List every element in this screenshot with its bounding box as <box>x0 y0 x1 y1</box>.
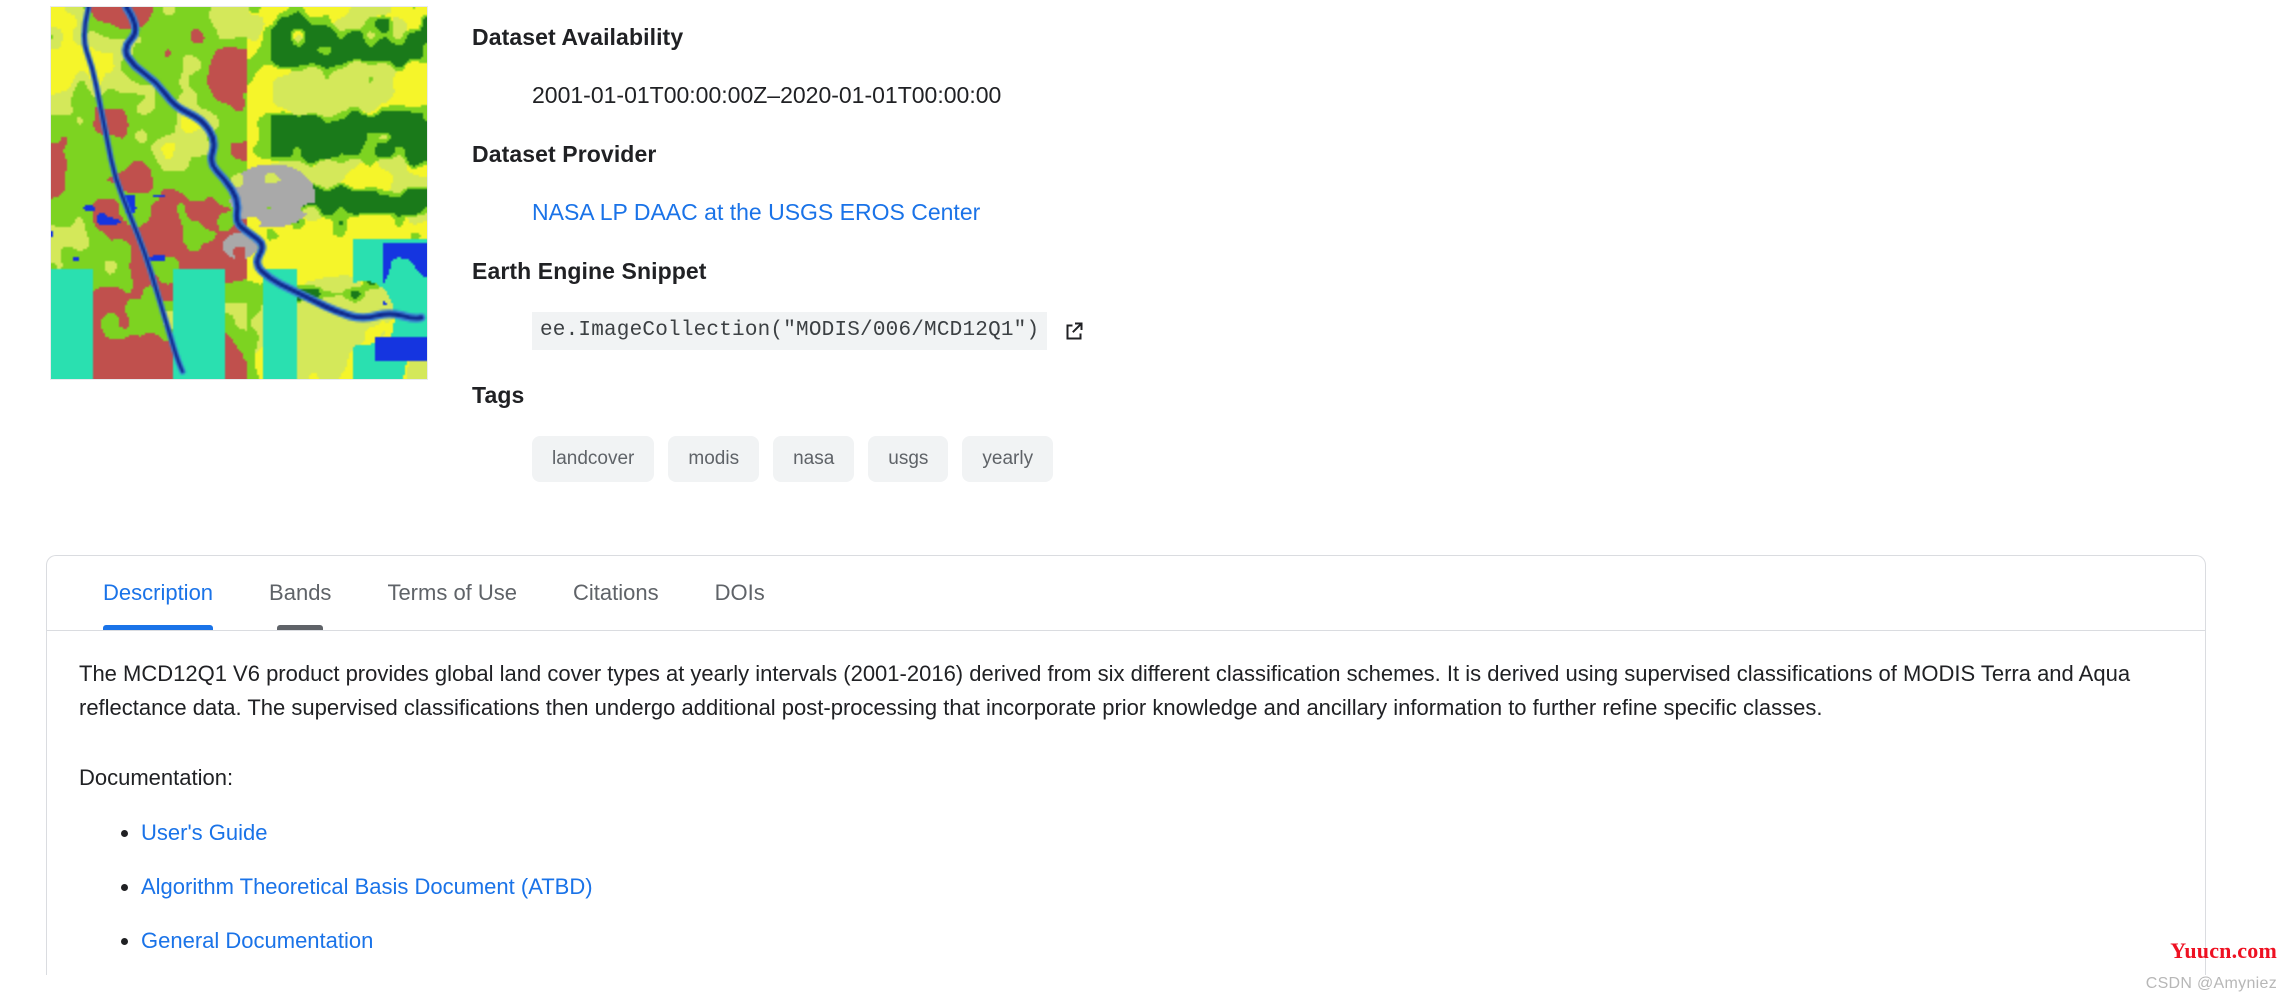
description-tab-panel: The MCD12Q1 V6 product provides global l… <box>47 631 2205 955</box>
tag-chip[interactable]: landcover <box>532 436 655 482</box>
dataset-details-card: Description Bands Terms of Use Citations DOI… <box>46 555 2206 975</box>
documentation-link-list: User's Guide Algorithm Theoretical Basis … <box>79 819 2173 955</box>
documentation-link[interactable]: Algorithm Theoretical Basis Document (AT… <box>141 874 593 899</box>
tab-label: Bands <box>269 580 332 605</box>
tab-indicator <box>387 625 517 630</box>
dataset-thumbnail <box>50 6 428 380</box>
tab-indicator <box>103 625 214 630</box>
tab-dois[interactable]: DOIs <box>687 556 793 630</box>
documentation-label: Documentation: <box>79 765 234 790</box>
tab-label: Citations <box>573 580 659 605</box>
tag-chip[interactable]: modis <box>668 436 760 482</box>
tab-label: Description <box>103 580 214 605</box>
watermark-secondary: CSDN @Amyniez <box>2145 975 2277 992</box>
dataset-overview-section: Dataset Availability 2001-01-01T00:00:00… <box>0 0 2291 540</box>
dataset-provider-link[interactable]: NASA LP DAAC at the USGS EROS Center <box>532 199 980 225</box>
tab-bands[interactable]: Bands <box>241 556 359 630</box>
tags-label: Tags <box>472 382 525 408</box>
documentation-list-item: User's Guide <box>141 819 2173 847</box>
watermark-primary: Yuucn.com <box>2170 938 2277 963</box>
dataset-provider-label: Dataset Provider <box>472 141 657 167</box>
documentation-link[interactable]: User's Guide <box>141 820 267 845</box>
earth-engine-snippet-label: Earth Engine Snippet <box>472 258 707 284</box>
tag-chip[interactable]: nasa <box>773 436 855 482</box>
dataset-availability-value: 2001-01-01T00:00:00Z–2020-01-01T00:00:00 <box>532 82 1002 108</box>
tag-chip[interactable]: usgs <box>868 436 949 482</box>
dataset-availability-label: Dataset Availability <box>472 24 684 50</box>
tab-indicator <box>573 625 659 630</box>
documentation-list-item: General Documentation <box>141 927 2173 955</box>
dataset-catalog-page: Dataset Availability 2001-01-01T00:00:00… <box>0 0 2291 1000</box>
documentation-link[interactable]: General Documentation <box>141 928 373 953</box>
details-tabbar: Description Bands Terms of Use Citations DOI… <box>47 556 2205 631</box>
tab-label: Terms of Use <box>387 580 518 605</box>
dataset-provider-value: NASA LP DAAC at the USGS EROS Center <box>472 197 2172 227</box>
tab-terms-of-use[interactable]: Terms of Use <box>359 556 545 630</box>
description-paragraph: The MCD12Q1 V6 product provides global l… <box>79 661 2131 720</box>
tab-description[interactable]: Description <box>75 556 241 630</box>
tags-list: landcover modis nasa usgs yearly <box>472 436 2172 482</box>
landcover-thumbnail-image <box>51 7 427 379</box>
tab-citations[interactable]: Citations <box>545 556 687 630</box>
tag-chip[interactable]: yearly <box>962 436 1054 482</box>
earth-engine-snippet-row: ee.ImageCollection("MODIS/006/MCD12Q1") <box>472 312 2172 350</box>
external-link-icon[interactable] <box>1061 318 1087 344</box>
dataset-metadata-list: Dataset Availability 2001-01-01T00:00:00… <box>472 22 2172 482</box>
tab-label: DOIs <box>714 580 765 605</box>
documentation-list-item: Algorithm Theoretical Basis Document (AT… <box>141 873 2173 901</box>
tab-indicator <box>277 625 324 630</box>
earth-engine-snippet-code[interactable]: ee.ImageCollection("MODIS/006/MCD12Q1") <box>532 312 1048 350</box>
tab-indicator <box>715 625 765 630</box>
